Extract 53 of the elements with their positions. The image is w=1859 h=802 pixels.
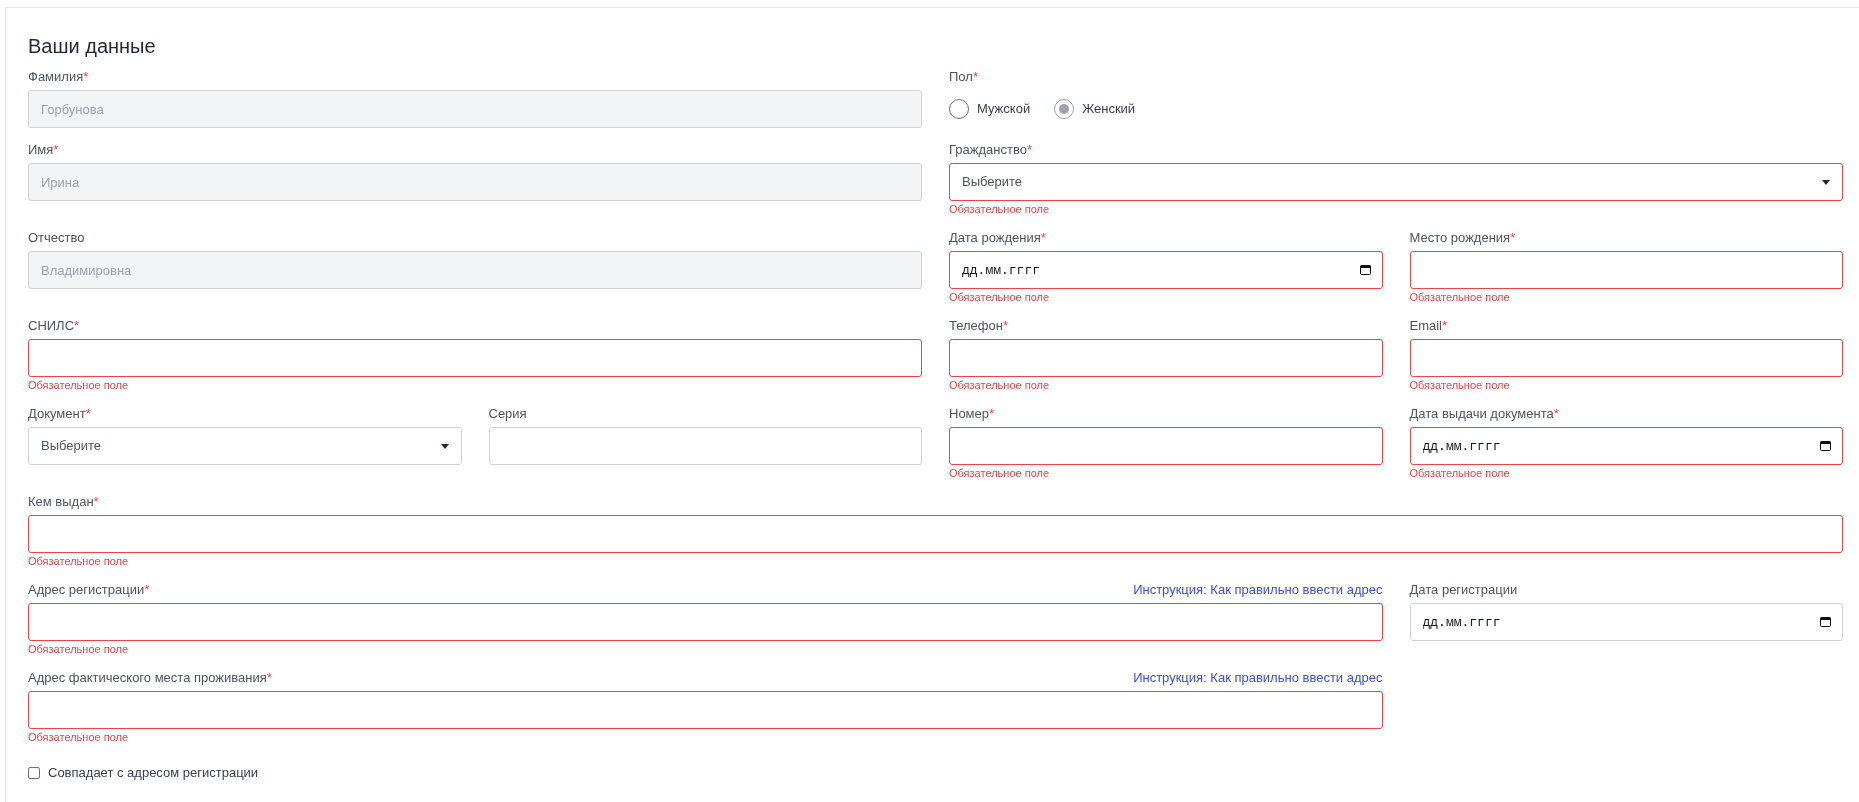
- error-message: Обязательное поле: [28, 379, 130, 392]
- error-message: Обязательное поле: [949, 467, 1051, 480]
- checkbox[interactable]: [28, 766, 40, 779]
- field-label: Дата рождения*: [949, 228, 1046, 247]
- date-field[interactable]: дд.мм.гггг: [949, 251, 1383, 289]
- field-label: Фамилия*: [28, 67, 89, 86]
- input-field[interactable]: [28, 515, 1843, 553]
- radio-label: Мужской: [977, 100, 1031, 119]
- field-label: Отчество: [28, 228, 85, 247]
- error-message: Обязательное поле: [28, 731, 130, 744]
- field-label: Гражданство*: [949, 140, 1032, 159]
- error-message: Обязательное поле: [1409, 291, 1511, 304]
- error-message: Обязательное поле: [1409, 467, 1511, 480]
- error-message: Обязательное поле: [28, 555, 130, 568]
- field-label: Номер*: [949, 404, 995, 423]
- caret-icon: [440, 443, 449, 449]
- input-field[interactable]: [949, 339, 1383, 377]
- caret-icon: [1822, 179, 1830, 185]
- select-dropdown[interactable]: Выберите: [949, 163, 1843, 201]
- error-message: Обязательное поле: [1409, 379, 1511, 392]
- input-field[interactable]: [28, 339, 922, 377]
- radio-label: Женский: [1082, 100, 1136, 119]
- error-message: Обязательное поле: [949, 379, 1051, 392]
- error-message: Обязательное поле: [28, 643, 130, 656]
- error-message: Обязательное поле: [949, 291, 1051, 304]
- instruction-link[interactable]: Инструкция: Как правильно ввести адрес: [1133, 579, 1383, 599]
- field-label: Дата регистрации: [1409, 580, 1518, 599]
- date-field[interactable]: дд.мм.гггг: [1409, 427, 1843, 465]
- field-label: Место рождения*: [1409, 228, 1516, 247]
- input-field[interactable]: [28, 603, 1383, 641]
- field-label: СНИЛС*: [28, 316, 80, 335]
- field-label: Имя*: [28, 140, 59, 159]
- input-field[interactable]: [28, 691, 1383, 729]
- field-label: Адрес регистрации*: [28, 580, 150, 599]
- field-label: Кем выдан*: [28, 492, 99, 511]
- field-label: Адрес фактического места проживания*: [28, 668, 272, 687]
- field-label: Email*: [1409, 316, 1448, 335]
- section-title: Ваши данные: [28, 34, 157, 59]
- field-label: Документ*: [28, 404, 91, 423]
- instruction-link[interactable]: Инструкция: Как правильно ввести адрес: [1133, 667, 1383, 687]
- field-label: Дата выдачи документа*: [1409, 404, 1559, 423]
- calendar-icon[interactable]: [1820, 440, 1831, 451]
- input-field[interactable]: [1409, 339, 1843, 377]
- calendar-icon[interactable]: [1359, 264, 1371, 275]
- field-label: Пол*: [949, 67, 978, 86]
- checkbox-label: Совпадает с адресом регистрации: [48, 764, 259, 782]
- field-label: Телефон*: [949, 316, 1008, 335]
- input-field[interactable]: [1409, 251, 1843, 289]
- field-label: Серия: [488, 404, 527, 423]
- select-dropdown[interactable]: Выберите: [28, 427, 462, 465]
- calendar-icon[interactable]: [1820, 616, 1831, 627]
- error-message: Обязательное поле: [949, 203, 1051, 216]
- input-field[interactable]: [949, 427, 1383, 465]
